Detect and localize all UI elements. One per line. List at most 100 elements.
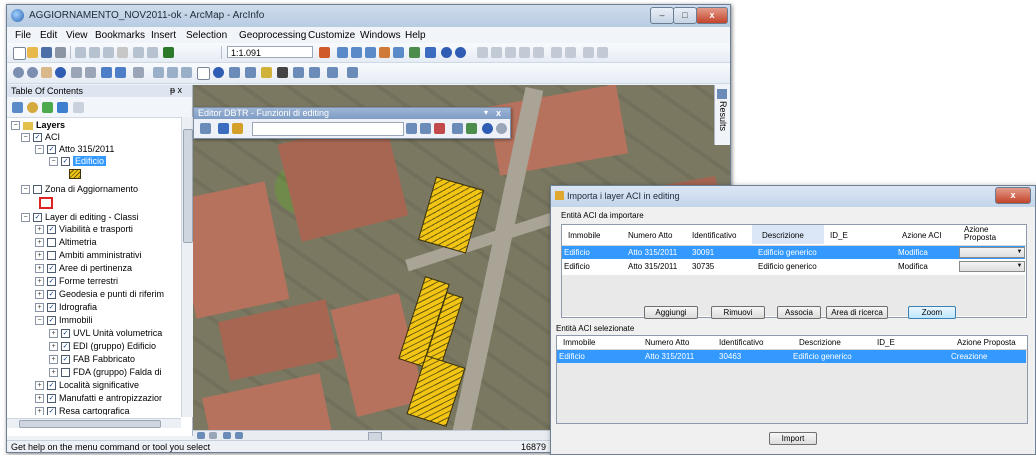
delete-icon[interactable] — [117, 47, 128, 58]
zoom-selection-icon[interactable] — [181, 67, 192, 78]
checkbox-icon[interactable]: ✓ — [47, 316, 56, 326]
tree-item-aci[interactable]: − ✓ ACI — [21, 131, 60, 143]
col-header-id-e[interactable]: ID_E — [877, 338, 895, 348]
tree-item[interactable]: + ✓ Manufatti e antropizzazior — [35, 392, 162, 404]
arctoolbox-icon[interactable] — [379, 47, 390, 58]
tool-i-icon[interactable] — [597, 47, 608, 58]
open-folder-icon[interactable] — [27, 47, 38, 58]
checkbox-icon[interactable]: ✓ — [61, 329, 70, 339]
help-icon[interactable] — [425, 47, 436, 58]
editor-toolbar-title[interactable]: Editor DBTR - Funzioni di editing — [194, 108, 510, 119]
viewer-window-icon[interactable] — [347, 67, 358, 78]
tree-item[interactable]: + ✓ Viabilità e trasporti — [35, 223, 133, 235]
paste-icon[interactable] — [103, 47, 114, 58]
model-builder-icon[interactable] — [409, 47, 420, 58]
menu-help[interactable]: Help — [405, 30, 426, 41]
checkbox-icon[interactable]: ✓ — [61, 355, 70, 365]
list-by-selection-icon[interactable] — [57, 102, 68, 113]
tree-item-edificio[interactable]: − ✓ Edificio — [49, 155, 107, 167]
tree-item[interactable]: + ✓ UVL Unità volumetrica — [49, 327, 162, 339]
copy-icon[interactable] — [89, 47, 100, 58]
chevron-down-icon[interactable]: ▼ — [1015, 248, 1024, 257]
col-header-azione-proposta[interactable]: Azione Proposta — [957, 338, 1016, 348]
zoom-out-icon[interactable] — [27, 67, 38, 78]
clear-selection-icon[interactable] — [167, 67, 178, 78]
col-header-descrizione[interactable]: Descrizione — [762, 231, 804, 241]
toolbar-dropdown-icon[interactable]: ▾ — [484, 108, 488, 117]
map-scale-input[interactable]: 1:1.091 — [227, 46, 313, 58]
checkbox-icon[interactable]: ✓ — [47, 225, 56, 235]
rimuovi-button[interactable]: Rimuovi — [711, 306, 765, 319]
tool-c-icon[interactable] — [505, 47, 516, 58]
checkbox-icon[interactable]: ✓ — [47, 303, 56, 313]
cut-icon[interactable] — [75, 47, 86, 58]
tree-item[interactable]: + ✓ EDI (gruppo) Edificio — [49, 340, 156, 352]
checkbox-icon[interactable]: ✓ — [47, 394, 56, 404]
undo-icon[interactable] — [133, 47, 144, 58]
redo-icon[interactable] — [147, 47, 158, 58]
zoom-button[interactable]: Zoom — [908, 306, 956, 319]
col-header-immobile[interactable]: Immobile — [568, 231, 600, 241]
tool-h-icon[interactable] — [583, 47, 594, 58]
tool-e-icon[interactable] — [533, 47, 544, 58]
menu-bookmarks[interactable]: Bookmarks — [95, 30, 145, 41]
menu-geoprocessing[interactable]: Geoprocessing — [239, 30, 306, 41]
azione-proposta-select[interactable]: ▼ — [959, 261, 1025, 272]
menu-windows[interactable]: Windows — [360, 30, 401, 41]
tree-item[interactable]: + Ambiti amministrativi — [35, 249, 142, 261]
list-by-visibility-icon[interactable] — [42, 102, 53, 113]
associa-button[interactable]: Associa — [777, 306, 821, 319]
info-disabled-icon[interactable] — [496, 123, 507, 134]
tree-item-atto[interactable]: − ✓ Atto 315/2011 — [35, 143, 114, 155]
python-icon[interactable] — [393, 47, 404, 58]
import-grid[interactable]: Immobile Numero Atto Identificativo Desc… — [561, 224, 1027, 318]
menu-insert[interactable]: Insert — [151, 30, 176, 41]
pause-drawing-icon[interactable] — [235, 432, 243, 439]
menu-selection[interactable]: Selection — [186, 30, 227, 41]
identify-icon[interactable] — [213, 67, 224, 78]
close-button[interactable]: x — [696, 7, 728, 24]
measure-icon[interactable] — [261, 67, 272, 78]
menu-customize[interactable]: Customize — [308, 30, 355, 41]
tree-item-immobili[interactable]: − ✓ Immobili — [35, 314, 93, 326]
tree-item[interactable]: + ✓ Aree di pertinenza — [35, 262, 132, 274]
toc-horizontal-scrollbar[interactable] — [7, 418, 181, 428]
tree-item[interactable]: + ✓ Geodesia e punti di riferim — [35, 288, 164, 300]
editor-tool-icon[interactable] — [406, 123, 417, 134]
layout-view-icon[interactable] — [209, 432, 217, 439]
col-header-identificativo[interactable]: Identificativo — [719, 338, 763, 348]
menu-edit[interactable]: Edit — [40, 30, 57, 41]
scroll-thumb[interactable] — [183, 129, 193, 243]
editor-tool-icon[interactable] — [200, 123, 211, 134]
import-button[interactable]: Import — [769, 432, 817, 445]
zoom-in-icon[interactable] — [13, 67, 24, 78]
toc-pin-close[interactable]: ᵽ x — [170, 85, 182, 95]
route-icon[interactable] — [293, 67, 304, 78]
toolbar-close-icon[interactable]: x — [496, 108, 501, 118]
find-icon[interactable] — [277, 67, 288, 78]
editor-combo[interactable] — [252, 122, 404, 136]
checkbox-icon[interactable]: ✓ — [61, 342, 70, 352]
area-di-ricerca-button[interactable]: Area di ricerca — [826, 306, 888, 319]
aggiungi-button[interactable]: Aggiungi — [644, 306, 698, 319]
editor-tool-icon[interactable] — [420, 123, 431, 134]
col-header-atto[interactable]: Numero Atto — [645, 338, 689, 348]
col-header-id-e[interactable]: ID_E — [830, 231, 848, 241]
checkbox-icon[interactable]: ✓ — [47, 407, 56, 415]
html-popup-icon[interactable] — [245, 67, 256, 78]
editor-tool-icon[interactable] — [452, 123, 463, 134]
tool-a-icon[interactable] — [477, 47, 488, 58]
back-extent-icon[interactable] — [101, 67, 112, 78]
checkbox-icon[interactable]: ✓ — [47, 290, 56, 300]
table-row-selected[interactable]: Edificio Atto 315/2011 30463 Edificio ge… — [557, 350, 1026, 363]
tree-item[interactable]: + FDA (gruppo) Falda di — [49, 366, 162, 378]
time-slider-icon[interactable] — [327, 67, 338, 78]
catalog-icon[interactable] — [351, 47, 362, 58]
select-elements-icon[interactable] — [197, 67, 210, 80]
options-icon[interactable] — [73, 102, 84, 113]
tree-item[interactable]: + ✓ Resa cartografica — [35, 405, 130, 415]
table-row[interactable]: Edificio Atto 315/2011 30735 Edificio ge… — [562, 260, 1025, 273]
results-tab[interactable]: Results — [714, 85, 730, 145]
table-icon[interactable] — [337, 47, 348, 58]
checkbox-icon[interactable]: ✓ — [47, 264, 56, 274]
